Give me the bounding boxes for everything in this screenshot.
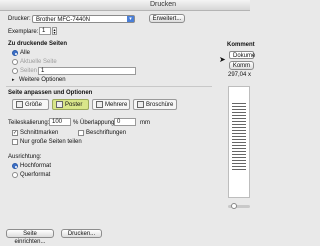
comments-select-value: Dokume — [233, 53, 256, 59]
mode-booklet-button[interactable]: Broschüre — [133, 99, 177, 110]
preview-size: 297,04 x — [228, 72, 252, 78]
size-icon — [16, 100, 23, 108]
printer-select[interactable]: Brother MFC-7440N ▾ — [32, 15, 135, 23]
labels-checkbox[interactable] — [78, 130, 84, 136]
big-pages-only-checkbox[interactable] — [12, 139, 18, 145]
cut-marks-checkbox[interactable]: ✓ — [12, 130, 18, 136]
mode-multiple-label: Mehrere — [105, 102, 128, 108]
multiple-pages-icon — [96, 100, 103, 108]
radio-pages-label: Seiten — [20, 68, 38, 74]
radio-portrait[interactable] — [12, 163, 18, 169]
tile-scale-unit: % — [73, 120, 79, 126]
tile-scale-input[interactable]: 100 — [49, 118, 71, 126]
booklet-icon — [137, 100, 144, 108]
orientation-title: Ausrichtung: — [8, 154, 42, 160]
preview-slider-thumb[interactable] — [231, 203, 237, 209]
window-title: Drucken — [150, 1, 177, 8]
radio-all[interactable] — [12, 50, 18, 56]
advanced-button[interactable]: Erweitert... — [149, 14, 185, 23]
fit-section-title: Seite anpassen und Optionen — [8, 90, 93, 96]
labels-label: Beschriftungen — [86, 130, 127, 136]
mode-size-label: Größe — [25, 102, 43, 108]
mode-poster-label: Poster — [65, 102, 83, 108]
comments-title: Komment — [227, 42, 255, 48]
pages-section-title: Zu druckende Seiten — [8, 41, 68, 47]
print-button[interactable]: Drucken... — [61, 229, 102, 238]
comments-select[interactable]: Dokume — [229, 51, 256, 59]
more-options-link[interactable]: Weitere Optionen — [19, 77, 66, 83]
copies-input[interactable]: 1 — [39, 27, 51, 35]
mode-booklet-label: Broschüre — [146, 102, 174, 108]
cut-marks-label: Schnittmarken — [20, 130, 59, 136]
title-bar: Drucken — [0, 0, 250, 11]
overlap-label: Überlappung: — [80, 120, 117, 126]
mouse-pointer-icon: ➤ — [219, 55, 226, 64]
radio-current-label: Aktuelle Seite — [20, 59, 57, 65]
print-preview — [228, 86, 250, 198]
radio-current-page[interactable] — [12, 59, 18, 65]
disclosure-triangle-icon[interactable]: ▸ — [12, 77, 15, 83]
chevron-down-icon: ▾ — [127, 16, 134, 22]
radio-landscape[interactable] — [12, 172, 18, 178]
section-divider — [6, 86, 212, 87]
overlap-unit: mm — [140, 120, 150, 126]
radio-landscape-label: Querformat — [20, 172, 51, 178]
copies-label: Exemplare: — [8, 29, 39, 35]
radio-portrait-label: Hochformat — [20, 163, 52, 169]
overlap-input[interactable]: 0 — [114, 118, 136, 126]
tile-scale-label: Teileskalierung: — [8, 120, 50, 126]
printer-value: Brother MFC-7440N — [36, 17, 91, 23]
preview-page-content — [232, 101, 246, 171]
copies-stepper[interactable]: ▴ ▾ — [52, 27, 57, 35]
page-setup-button[interactable]: Seite einrichten... — [6, 229, 54, 245]
radio-pages[interactable] — [12, 68, 18, 74]
printer-label: Drucker: — [8, 16, 31, 22]
radio-all-label: Alle — [20, 50, 31, 56]
mode-multiple-button[interactable]: Mehrere — [92, 99, 130, 110]
mode-poster-button[interactable]: Poster — [52, 99, 89, 110]
big-pages-only-label: Nur große Seiten teilen — [20, 139, 82, 145]
pages-range-input[interactable]: 1 — [38, 67, 136, 75]
poster-icon — [56, 100, 63, 108]
comments-summary-button[interactable]: Komm — [229, 61, 254, 70]
mode-size-button[interactable]: Größe — [12, 99, 49, 110]
